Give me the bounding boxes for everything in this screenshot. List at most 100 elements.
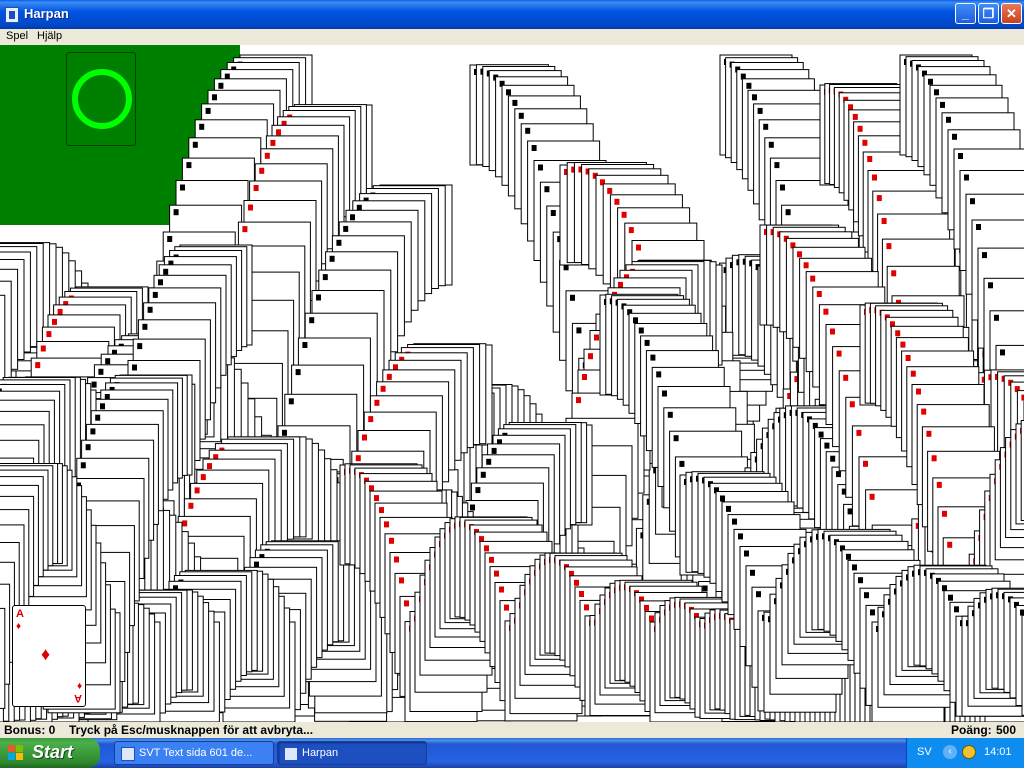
card-corner-pip bbox=[774, 162, 780, 169]
game-area[interactable]: A ♦ ♦ ♦ A bbox=[0, 45, 1024, 722]
card-corner-pip bbox=[404, 600, 409, 607]
card-corner-pip bbox=[394, 556, 399, 563]
card-app-icon bbox=[284, 747, 298, 761]
card-corner-pip bbox=[399, 577, 404, 584]
title-bar[interactable]: Harpan _ ❐ ✕ bbox=[0, 0, 1024, 29]
card-corner-pip bbox=[872, 174, 877, 181]
card-app-icon[interactable] bbox=[5, 7, 19, 23]
card-corner-pip bbox=[499, 586, 504, 593]
card-corner-pip bbox=[264, 152, 270, 159]
card-corner-pip bbox=[295, 369, 301, 376]
card-corner-pip bbox=[282, 429, 287, 436]
card-corner-pip bbox=[803, 262, 809, 269]
card-corner-pip bbox=[752, 94, 757, 101]
card-corner-pip bbox=[921, 408, 927, 415]
card-rank: A bbox=[74, 692, 82, 704]
card-corner-pip bbox=[931, 455, 937, 462]
card-corner-pip bbox=[768, 141, 774, 148]
taskbar-item-label: SVT Text sida 601 de... bbox=[139, 747, 253, 759]
card-corner-pip bbox=[738, 533, 743, 540]
card-corner-pip bbox=[188, 502, 194, 509]
card-corner-pip bbox=[374, 495, 379, 502]
card-corner-pip bbox=[186, 162, 192, 169]
language-indicator[interactable]: SV bbox=[917, 746, 932, 758]
card-corner-pip bbox=[182, 520, 188, 527]
taskbar-item-svt[interactable]: SVT Text sida 601 de... bbox=[114, 741, 274, 765]
card-corner-pip bbox=[242, 226, 248, 233]
card-corner-pip bbox=[1020, 609, 1024, 616]
card-corner-pip bbox=[491, 447, 497, 454]
status-bar: Bonus: 0 Tryck på Esc/musknappen för att… bbox=[0, 722, 1024, 738]
chevron-left-icon[interactable]: ‹ bbox=[943, 745, 957, 759]
card-corner-pip bbox=[856, 429, 862, 436]
card-rank: A bbox=[16, 608, 24, 620]
card-corner-pip bbox=[173, 209, 179, 216]
card-corner-pip bbox=[322, 274, 328, 281]
browser-icon bbox=[121, 747, 135, 761]
card-corner-pip bbox=[194, 487, 200, 494]
card-corner-pip bbox=[780, 184, 785, 191]
card-corner-pip bbox=[579, 591, 584, 597]
taskbar: Start SVT Text sida 601 de... Harpan SV … bbox=[0, 738, 1024, 768]
card-corner-pip bbox=[199, 123, 205, 130]
card-corner-pip bbox=[494, 570, 499, 577]
card-corner-pip bbox=[389, 537, 394, 544]
card-corner-pip bbox=[936, 481, 942, 488]
card-corner-pip bbox=[504, 604, 509, 611]
score-label: Poäng: bbox=[951, 723, 992, 737]
card-corner-pip bbox=[484, 545, 489, 552]
card-corner-pip bbox=[212, 94, 217, 101]
card-corner-pip bbox=[823, 308, 829, 315]
card-corner-pip bbox=[254, 561, 259, 568]
card-suit: ♦ bbox=[16, 621, 22, 632]
card-corner-pip bbox=[836, 471, 841, 478]
card-corner-pip bbox=[862, 139, 868, 146]
menu-hjalp[interactable]: Hjälp bbox=[37, 30, 62, 42]
card-corner-pip bbox=[470, 504, 475, 511]
card-corner-pip bbox=[994, 314, 999, 321]
minimize-button[interactable]: _ bbox=[955, 3, 976, 24]
card-corner-pip bbox=[570, 294, 575, 301]
start-button[interactable]: Start bbox=[0, 738, 100, 768]
card-corner-pip bbox=[512, 99, 518, 106]
card-corner-pip bbox=[628, 227, 634, 234]
card-corner-pip bbox=[895, 330, 901, 337]
card-corner-pip bbox=[52, 318, 57, 325]
card-corner-pip bbox=[964, 174, 969, 181]
card-corner-pip bbox=[343, 225, 349, 232]
card-corner-pip bbox=[180, 184, 185, 191]
card-corner-pip bbox=[726, 505, 731, 512]
menu-bar: Spel Hjälp bbox=[0, 29, 1024, 45]
card-corner-pip bbox=[863, 460, 868, 467]
maximize-button[interactable]: ❐ bbox=[978, 3, 999, 24]
card-corner-pip bbox=[276, 129, 281, 136]
card-corner-pip bbox=[756, 591, 761, 598]
card-corner-pip bbox=[329, 255, 335, 262]
card-corner-pip bbox=[940, 101, 945, 108]
card-corner-pip bbox=[379, 507, 384, 514]
close-button[interactable]: ✕ bbox=[1001, 3, 1022, 24]
card-corner-pip bbox=[864, 592, 869, 599]
card-corner-pip bbox=[900, 341, 906, 348]
card-corner-pip bbox=[852, 113, 858, 120]
card-corner-pip bbox=[369, 485, 374, 492]
card-corner-pip bbox=[934, 89, 939, 96]
card-corner-pip bbox=[679, 460, 685, 467]
card-corner-pip bbox=[818, 431, 824, 438]
card-corner-pip bbox=[480, 471, 486, 478]
menu-spel[interactable]: Spel bbox=[6, 30, 28, 42]
card-corner-pip bbox=[958, 153, 963, 159]
card-corner-pip bbox=[584, 604, 589, 611]
playing-card: A ♦ ♦ ♦ A bbox=[12, 605, 86, 707]
taskbar-item-harpan[interactable]: Harpan bbox=[277, 741, 427, 765]
window-title: Harpan bbox=[24, 6, 69, 21]
card-corner-pip bbox=[218, 82, 224, 89]
network-icon[interactable] bbox=[962, 745, 976, 759]
card-corner-pip bbox=[105, 358, 111, 365]
card-corner-pip bbox=[531, 145, 537, 151]
card-corner-pip bbox=[489, 556, 494, 563]
card-corner-pip bbox=[656, 371, 662, 378]
card-corner-pip bbox=[667, 411, 673, 418]
minimize-icon: _ bbox=[961, 6, 970, 21]
card-corner-pip bbox=[550, 210, 556, 216]
